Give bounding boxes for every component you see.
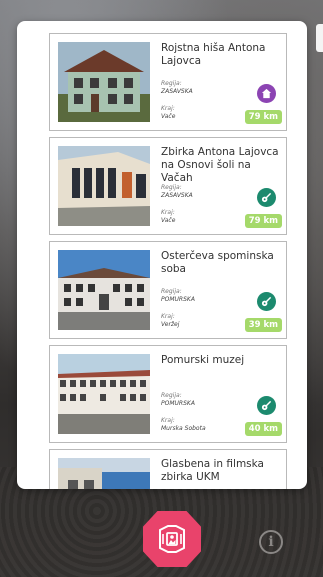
item-place: Kraj: Vače bbox=[161, 209, 176, 224]
distance-badge: 79 km bbox=[244, 110, 282, 124]
house-icon bbox=[261, 88, 272, 99]
museum-ar-icon bbox=[159, 525, 185, 553]
item-photo bbox=[58, 458, 150, 489]
guitar-icon bbox=[261, 296, 272, 307]
next-panel-edge bbox=[316, 24, 323, 52]
item-title: Rojstna hiša Antona Lajovca bbox=[161, 42, 266, 67]
distance-badge: 79 km bbox=[244, 214, 282, 228]
list-item[interactable]: Zbirka Antona Lajovca na Osnovi šoli na … bbox=[49, 137, 287, 235]
item-photo bbox=[58, 250, 150, 330]
guitar-icon bbox=[261, 400, 272, 411]
info-icon: i bbox=[268, 534, 274, 550]
item-photo bbox=[58, 146, 150, 226]
item-region: Regija: ZASAVSKA bbox=[161, 80, 193, 95]
item-title: Zbirka Antona Lajovca na Osnovi šoli na … bbox=[161, 146, 279, 184]
distance-badge: 39 km bbox=[244, 318, 282, 332]
ar-camera-button[interactable] bbox=[143, 511, 201, 567]
list-item[interactable]: Rojstna hiša Antona Lajovca Regija: ZASA… bbox=[49, 33, 287, 131]
item-title: Osterčeva spominska soba bbox=[161, 250, 274, 275]
item-photo bbox=[58, 354, 150, 434]
results-panel: Rojstna hiša Antona Lajovca Regija: ZASA… bbox=[17, 21, 307, 489]
category-badge bbox=[257, 396, 276, 415]
item-region: Regija: ZASAVSKA bbox=[161, 184, 193, 199]
info-button[interactable]: i bbox=[259, 530, 283, 554]
item-region: Regija: POMURSKA bbox=[161, 288, 195, 303]
list-item[interactable]: Pomurski muzej Regija: POMURSKA Kraj: Mu… bbox=[49, 345, 287, 443]
category-badge bbox=[257, 84, 276, 103]
item-region: Regija: POMURSKA bbox=[161, 392, 195, 407]
item-photo bbox=[58, 42, 150, 122]
list-item[interactable]: Osterčeva spominska soba Regija: POMURSK… bbox=[49, 241, 287, 339]
category-badge bbox=[257, 188, 276, 207]
results-list[interactable]: Rojstna hiša Antona Lajovca Regija: ZASA… bbox=[49, 33, 287, 489]
guitar-icon bbox=[261, 192, 272, 203]
item-title: Pomurski muzej bbox=[161, 354, 245, 366]
category-badge bbox=[257, 292, 276, 311]
list-item[interactable]: Glasbena in filmska zbirka UKM bbox=[49, 449, 287, 489]
item-place: Kraj: Murska Sobota bbox=[161, 417, 206, 432]
item-place: Kraj: Veržej bbox=[161, 313, 180, 328]
distance-badge: 40 km bbox=[244, 422, 282, 436]
item-place: Kraj: Vače bbox=[161, 105, 176, 120]
item-title: Glasbena in filmska zbirka UKM bbox=[161, 458, 264, 483]
